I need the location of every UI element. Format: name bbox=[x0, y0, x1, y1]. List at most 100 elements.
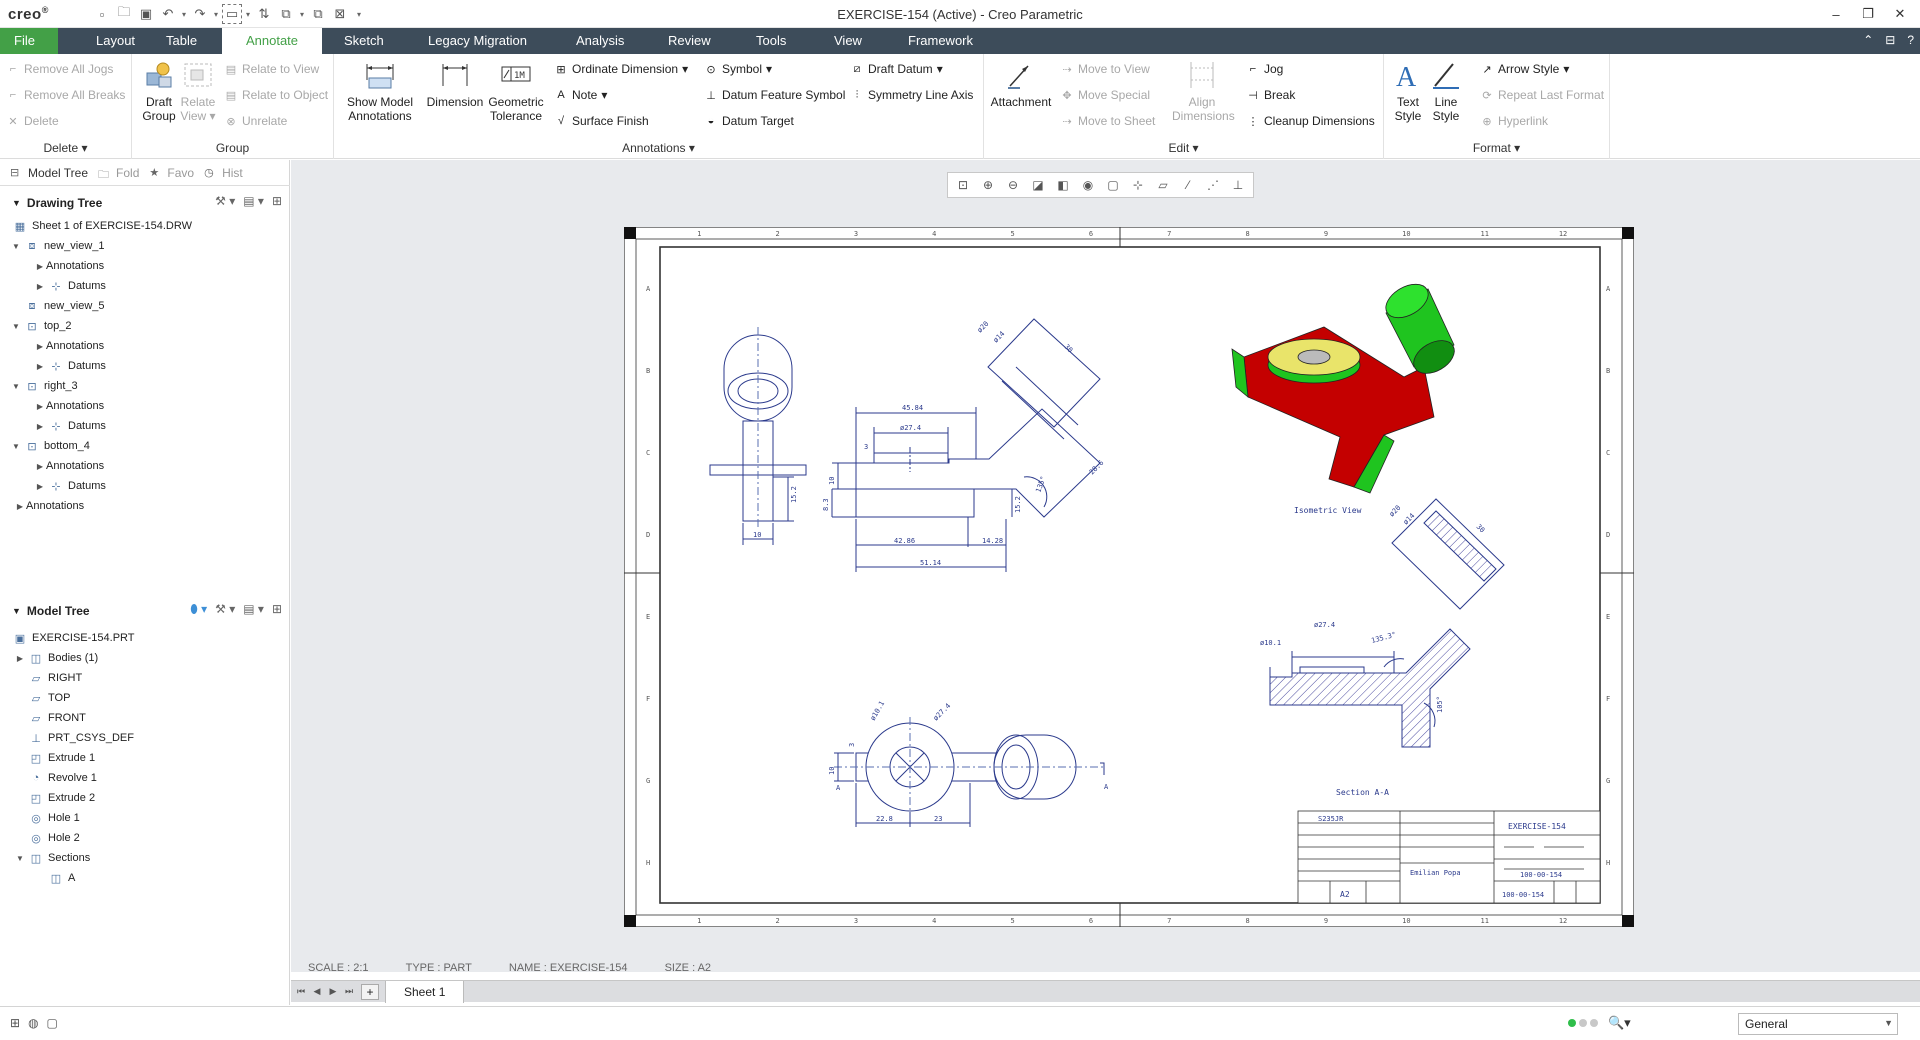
datum-feature-symbol-button[interactable]: ⊥ Datum Feature Symbol bbox=[704, 85, 845, 105]
hyperlink-button[interactable]: ⊕ Hyperlink bbox=[1480, 111, 1548, 131]
expand-icon[interactable]: ▶ bbox=[34, 422, 46, 431]
tree-item-csys[interactable]: ⊥ PRT_CSYS_DEF bbox=[0, 728, 290, 748]
relate-view-button[interactable]: Relate View ▾ bbox=[176, 58, 220, 123]
tree-item-datums[interactable]: ▶ ⊹ Datums bbox=[0, 356, 290, 376]
refit-icon[interactable]: ⊡ bbox=[952, 174, 974, 196]
move-to-view-button[interactable]: ⇢ Move to View bbox=[1060, 59, 1149, 79]
dimension-button[interactable]: Dimension bbox=[424, 58, 486, 109]
tree-filter-icon[interactable]: ⊞ bbox=[272, 602, 282, 617]
zoom-out-icon[interactable]: ⊖ bbox=[1002, 174, 1024, 196]
next-sheet-icon[interactable]: ▶ bbox=[327, 986, 339, 997]
tab-tools[interactable]: Tools bbox=[742, 28, 800, 54]
tree-item-view[interactable]: ▼ ⊡ bottom_4 bbox=[0, 436, 290, 456]
tree-filter-icon[interactable]: ⊞ bbox=[272, 194, 282, 208]
tree-item-view[interactable]: ▼ ⧈ new_view_1 bbox=[0, 236, 290, 256]
last-sheet-icon[interactable]: ⏭ bbox=[343, 986, 355, 997]
help-icon[interactable]: ? bbox=[1907, 33, 1914, 47]
expand-icon[interactable]: ▼ bbox=[10, 242, 22, 251]
navtab-history[interactable]: ◷ Hist bbox=[200, 162, 247, 184]
show-model-annotations-button[interactable]: Show Model Annotations bbox=[340, 58, 420, 123]
symbol-button[interactable]: ⊙ Symbol ▾ bbox=[704, 59, 772, 79]
zoom-in-icon[interactable]: ⊕ bbox=[977, 174, 999, 196]
first-sheet-icon[interactable]: ⏮ bbox=[295, 986, 307, 997]
ordinate-dimension-button[interactable]: ⊞ Ordinate Dimension ▾ bbox=[554, 59, 688, 79]
plane-display-icon[interactable]: ▱ bbox=[1152, 174, 1174, 196]
cleanup-dimensions-button[interactable]: ⋮ Cleanup Dimensions bbox=[1246, 111, 1375, 131]
model-tree-header[interactable]: ▼ Model Tree ⬮ ▾ ⚒ ▾ ▤ ▾ ⊞ bbox=[0, 600, 290, 622]
add-sheet-button[interactable]: + bbox=[361, 983, 379, 1000]
expand-icon[interactable]: ▼ bbox=[14, 854, 26, 863]
break-button[interactable]: ⊣ Break bbox=[1246, 85, 1295, 105]
tab-review[interactable]: Review bbox=[654, 28, 725, 54]
navtab-model-tree[interactable]: ⊟ Model Tree bbox=[6, 161, 93, 184]
expand-icon[interactable]: ▶ bbox=[34, 282, 46, 291]
tree-item-part[interactable]: ▣ EXERCISE-154.PRT bbox=[0, 628, 290, 648]
tree-item-view[interactable]: ▼ ⊡ right_3 bbox=[0, 376, 290, 396]
geometric-tolerance-button[interactable]: 1M Geometric Tolerance bbox=[484, 58, 548, 123]
group-label-annotations[interactable]: Annotations ▾ bbox=[334, 141, 983, 155]
tree-item-datums[interactable]: ▶ ⊹ Datums bbox=[0, 416, 290, 436]
jog-button[interactable]: ⌐ Jog bbox=[1246, 59, 1284, 79]
repaint-icon[interactable]: ◪ bbox=[1027, 174, 1049, 196]
navtab-favorites[interactable]: ★ Favo bbox=[145, 162, 198, 184]
tree-item-feature[interactable]: ◎ Hole 2 bbox=[0, 828, 290, 848]
graphics-area[interactable]: ⊡ ⊕ ⊖ ◪ ◧ ◉ ▢ ⊹ ▱ ⁄ ⋰ ⊥ 1122334455667788… bbox=[291, 160, 1920, 972]
group-label-delete[interactable]: Delete ▾ bbox=[0, 141, 131, 155]
tree-item-section[interactable]: ◫ A bbox=[0, 868, 290, 888]
tab-legacy-migration[interactable]: Legacy Migration bbox=[414, 28, 541, 54]
tree-item-bodies[interactable]: ▶ ◫ Bodies (1) bbox=[0, 648, 290, 668]
tree-item-datum-plane[interactable]: ▱ TOP bbox=[0, 688, 290, 708]
tab-view[interactable]: View bbox=[820, 28, 876, 54]
axis-display-icon[interactable]: ⁄ bbox=[1177, 174, 1199, 196]
expand-icon[interactable]: ▼ bbox=[10, 442, 22, 451]
expand-icon[interactable]: ▶ bbox=[14, 502, 26, 511]
datum-display-icon[interactable]: ⊹ bbox=[1127, 174, 1149, 196]
collapse-icon[interactable]: ▼ bbox=[12, 198, 21, 208]
note-button[interactable]: A Note ▾ bbox=[554, 85, 607, 105]
tree-item-sheet[interactable]: ▦ Sheet 1 of EXERCISE-154.DRW bbox=[0, 216, 290, 236]
tree-item-annotations[interactable]: ▶ Annotations bbox=[0, 256, 290, 276]
delete-button[interactable]: ✕ Delete bbox=[6, 111, 58, 131]
tree-item-feature[interactable]: ◎ Hole 1 bbox=[0, 808, 290, 828]
tree-settings-icon[interactable]: ⚒ ▾ bbox=[215, 602, 235, 617]
settings-icon[interactable]: ⊟ bbox=[1885, 33, 1895, 47]
drawing-tree-header[interactable]: ▼ Drawing Tree ⚒ ▾ ▤ ▾ ⊞ bbox=[0, 192, 290, 214]
tree-item-datums[interactable]: ▶ ⊹ Datums bbox=[0, 476, 290, 496]
text-style-button[interactable]: A Text Style bbox=[1388, 58, 1428, 123]
tree-item-datum-plane[interactable]: ▱ FRONT bbox=[0, 708, 290, 728]
navigator-toggle-icon[interactable]: ⊞ bbox=[10, 1016, 20, 1030]
draft-datum-button[interactable]: ⧄ Draft Datum ▾ bbox=[850, 59, 943, 79]
tree-item-annotations[interactable]: ▶ Annotations bbox=[0, 456, 290, 476]
browser-toggle-icon[interactable]: ◍ bbox=[28, 1016, 38, 1030]
relate-to-object-button[interactable]: ▤ Relate to Object bbox=[224, 85, 328, 105]
csys-display-icon[interactable]: ⊥ bbox=[1227, 174, 1249, 196]
arrow-style-button[interactable]: ↗ Arrow Style ▾ bbox=[1480, 59, 1569, 79]
tree-columns-icon[interactable]: ▤ ▾ bbox=[243, 194, 264, 208]
full-screen-icon[interactable]: ▢ bbox=[47, 1016, 58, 1030]
minimize-icon[interactable]: – bbox=[1820, 2, 1852, 26]
collapse-icon[interactable]: ▼ bbox=[12, 606, 21, 616]
symmetry-line-axis-button[interactable]: ⫶ Symmetry Line Axis bbox=[850, 85, 974, 105]
relate-to-view-button[interactable]: ▤ Relate to View bbox=[224, 59, 319, 79]
line-style-button[interactable]: Line Style bbox=[1426, 58, 1466, 123]
tree-item-sections[interactable]: ▼ ◫ Sections bbox=[0, 848, 290, 868]
tab-layout[interactable]: Layout bbox=[82, 28, 149, 54]
tree-item-datums[interactable]: ▶ ⊹ Datums bbox=[0, 276, 290, 296]
expand-icon[interactable]: ▶ bbox=[34, 462, 46, 471]
expand-icon[interactable]: ▶ bbox=[34, 342, 46, 351]
display-style-icon[interactable]: ◧ bbox=[1052, 174, 1074, 196]
tree-item-feature[interactable]: ◔ Revolve 1 bbox=[0, 768, 290, 788]
prev-sheet-icon[interactable]: ◀ bbox=[311, 986, 323, 997]
align-dimensions-button[interactable]: Align Dimensions bbox=[1172, 58, 1235, 123]
remove-all-breaks-button[interactable]: ⌐ Remove All Breaks bbox=[6, 85, 126, 105]
tab-file[interactable]: File bbox=[0, 28, 58, 54]
tree-columns-icon[interactable]: ▤ ▾ bbox=[243, 602, 264, 617]
tree-item-feature[interactable]: ◰ Extrude 1 bbox=[0, 748, 290, 768]
tab-analysis[interactable]: Analysis bbox=[562, 28, 638, 54]
group-label-edit[interactable]: Edit ▾ bbox=[984, 141, 1383, 155]
tab-framework[interactable]: Framework bbox=[894, 28, 987, 54]
group-label-format[interactable]: Format ▾ bbox=[1384, 141, 1609, 155]
point-display-icon[interactable]: ⋰ bbox=[1202, 174, 1224, 196]
expand-icon[interactable]: ▶ bbox=[34, 362, 46, 371]
close-icon[interactable]: ✕ bbox=[1884, 2, 1916, 26]
